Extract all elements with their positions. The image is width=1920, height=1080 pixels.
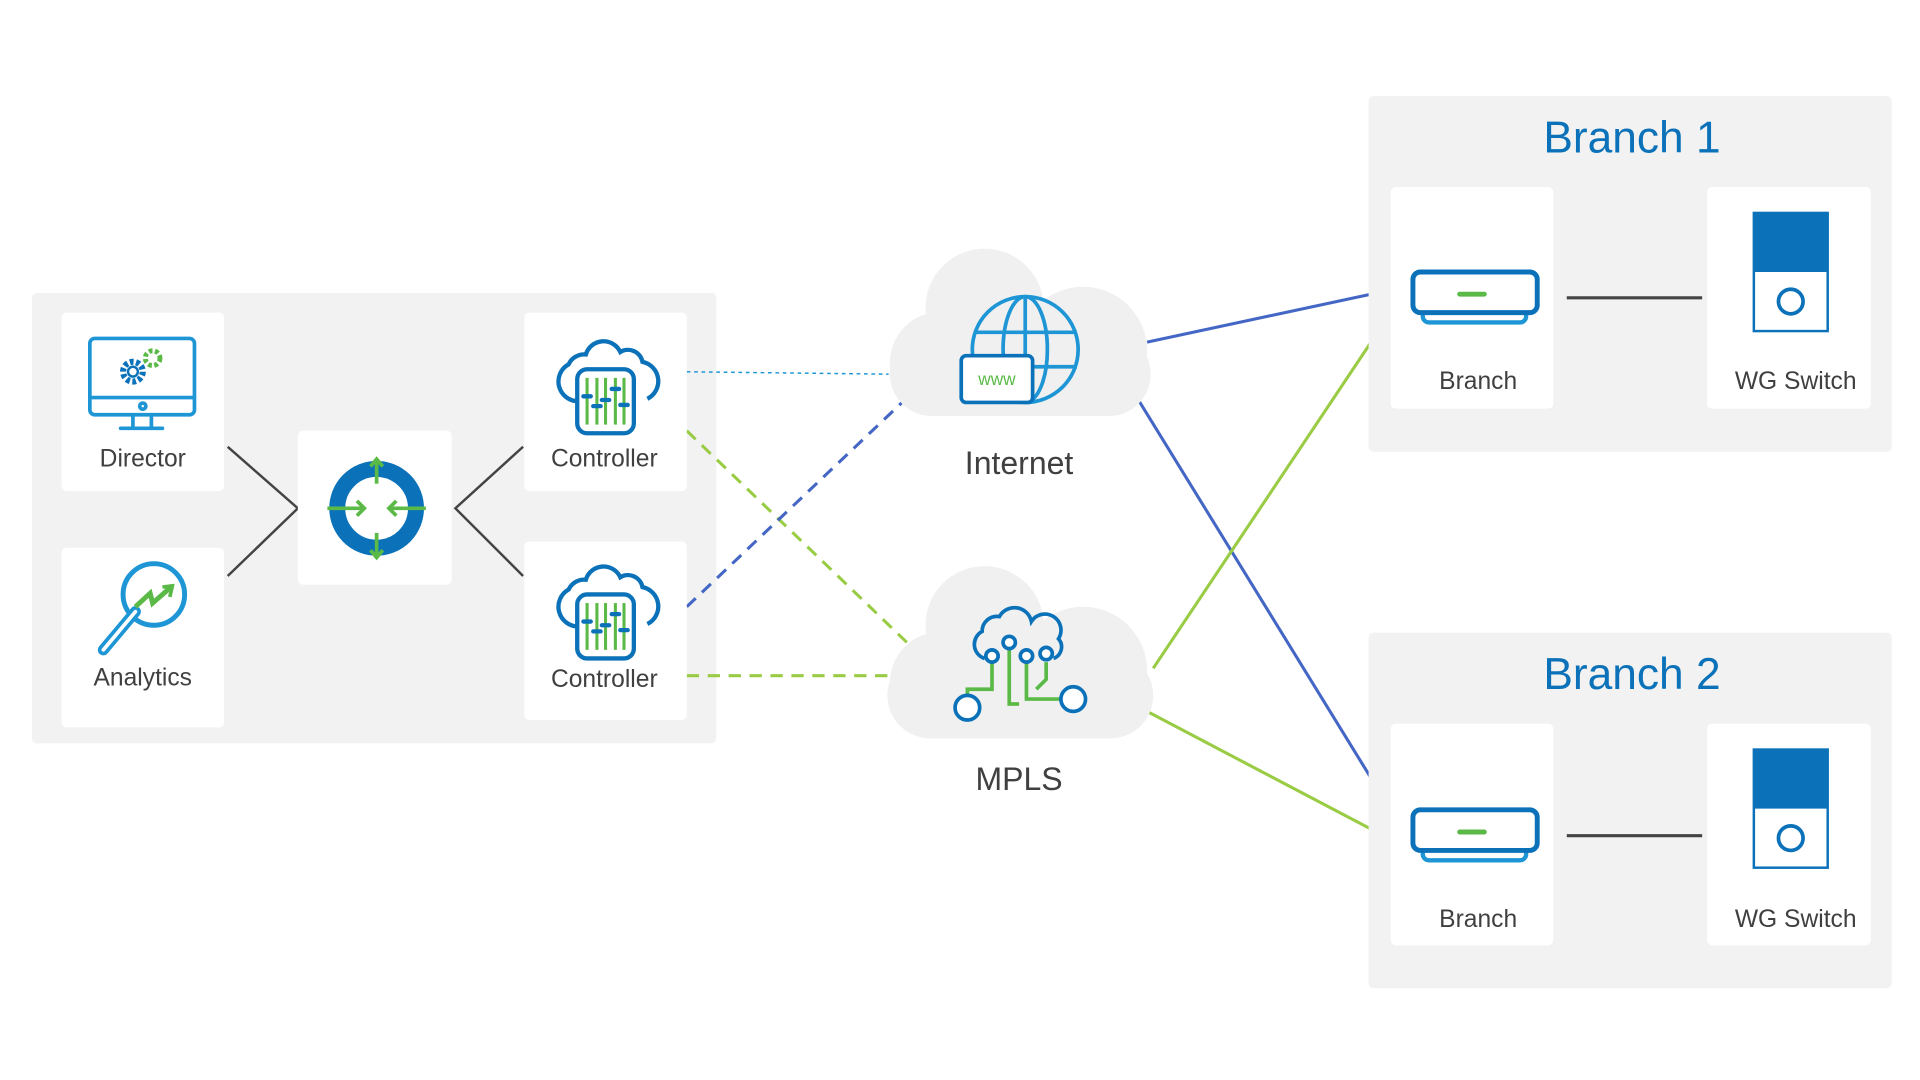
branch-1-device-label: Branch [1439,368,1517,395]
branch-2-panel: Branch 2 Branch WG Switch [1368,632,1892,989]
branch-1-device-node[interactable]: Branch [1390,187,1554,409]
mpls-label: MPLS [976,761,1063,797]
controller-2-label: Controller [551,666,658,693]
branch-2-switch-label: WG Switch [1735,906,1857,933]
mpls-node[interactable]: MPLS [887,566,1154,797]
branch-1-panel: Branch 1 Branch WG Switch [1368,96,1892,452]
controller-1-label: Controller [551,445,658,472]
router-icon [1410,269,1540,325]
analytics-label: Analytics [94,665,192,692]
link-mpls-branch2 [1146,710,1387,839]
router-icon [1410,807,1540,863]
switch-icon [1752,211,1829,333]
branch-2-device-label: Branch [1439,906,1517,933]
controller-node-2[interactable]: Controller [524,541,687,720]
branch-2-device-node[interactable]: Branch [1390,723,1554,946]
link-internet-branch2 [1137,399,1390,807]
hub-node[interactable] [297,430,452,585]
branch-2-switch-node[interactable]: WG Switch [1707,723,1871,946]
www-badge: www [977,369,1016,389]
controller-node-1[interactable]: Controller [524,312,687,492]
internet-node[interactable]: www Internet [889,248,1151,481]
internet-label: Internet [965,445,1074,481]
analytics-node[interactable]: Analytics [61,547,225,728]
network-diagram: Director Analytics Controller Controller… [32,96,1892,989]
branch-2-title: Branch 2 [1543,650,1720,699]
branch-1-switch-label: WG Switch [1735,368,1857,395]
branch-1-switch-node[interactable]: WG Switch [1707,187,1871,409]
director-label: Director [100,445,186,472]
switch-icon [1752,748,1829,869]
link-mpls-branch1 [1151,319,1388,670]
branch-1-title: Branch 1 [1543,114,1720,163]
link-internet-branch1 [1146,288,1389,344]
link-controller1-mpls [685,429,912,648]
director-node[interactable]: Director [61,312,225,492]
link-controller2-internet [685,398,906,608]
